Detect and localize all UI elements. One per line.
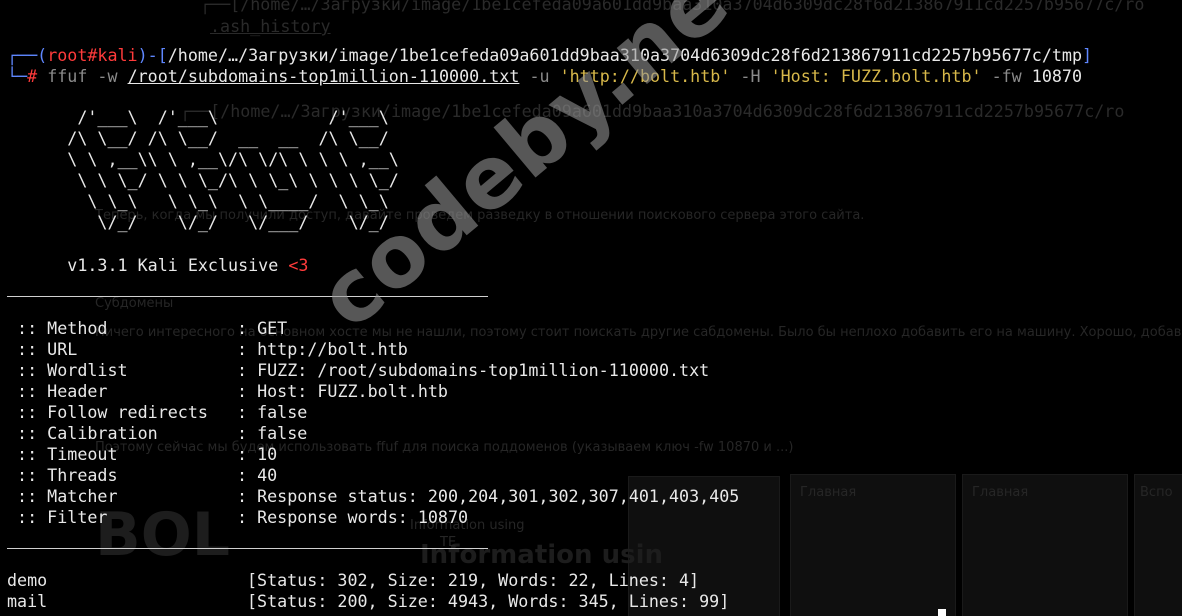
prompt-symbol: # xyxy=(27,66,38,86)
option-key: :: Method xyxy=(7,318,108,338)
option-value: : GET xyxy=(237,318,288,338)
option-value: : Host: FUZZ.bolt.htb xyxy=(237,381,448,401)
result-subdomain: demo xyxy=(7,570,48,590)
command-flag-w: -w xyxy=(97,66,118,86)
ffuf-ascii-banner: /'___\ /'___\ /'___\ /\ \__/ /\ \__/ __ … xyxy=(67,107,399,232)
result-row[interactable]: mail [Status: 200, Size: 4943, Words: 345… xyxy=(7,591,729,612)
option-row: :: Timeout : 10 xyxy=(7,444,277,465)
prompt-frame-top: ┌──( xyxy=(7,45,48,65)
option-key: :: Threads xyxy=(7,465,118,485)
result-row[interactable]: demo [Status: 302, Size: 219, Words: 22, … xyxy=(7,570,699,591)
option-key: :: Matcher xyxy=(7,486,118,506)
option-row: :: Calibration : false xyxy=(7,423,307,444)
result-info: [Status: 200, Size: 4943, Words: 345, Li… xyxy=(247,591,730,611)
option-value: : Response status: 200,204,301,302,307,4… xyxy=(237,486,740,506)
option-value: : 40 xyxy=(237,465,278,485)
option-value: : FUZZ: /root/subdomains-top1million-110… xyxy=(237,360,710,380)
option-key: :: Timeout xyxy=(7,444,118,464)
prompt-user-host: root#kali xyxy=(47,45,138,65)
option-value: : 10 xyxy=(237,444,278,464)
command-program: ffuf xyxy=(47,66,88,86)
option-row: :: URL : http://bolt.htb xyxy=(7,339,408,360)
option-value: : false xyxy=(237,423,308,443)
prompt-frame-bottom: └─ xyxy=(7,66,28,86)
command-wordlist-path[interactable]: /root/subdomains-top1million-110000.txt xyxy=(128,66,520,86)
version-line: v1.3.1 Kali Exclusive <3 xyxy=(7,255,308,276)
option-key: :: Filter xyxy=(7,507,108,527)
option-key: :: URL xyxy=(7,339,78,359)
option-row: :: Filter : Response words: 10870 xyxy=(7,507,468,528)
result-subdomain: mail xyxy=(7,591,48,611)
command-fw-arg: 10870 xyxy=(1031,66,1083,86)
option-row: :: Header : Host: FUZZ.bolt.htb xyxy=(7,381,448,402)
prompt-separator: )-[ xyxy=(137,45,168,65)
divider-bottom xyxy=(7,548,488,549)
option-row: :: Matcher : Response status: 200,204,301… xyxy=(7,486,739,507)
terminal-window[interactable]: ┌──[/home/…/Загрузки/image/1be1cefeda09a… xyxy=(0,0,1182,616)
option-row: :: Threads : 40 xyxy=(7,465,277,486)
option-value: : false xyxy=(237,402,308,422)
text-cursor xyxy=(938,609,946,616)
option-row: :: Wordlist : FUZZ: /root/subdomains-top1… xyxy=(7,360,709,381)
command-flag-fw: -fw xyxy=(991,66,1022,86)
option-row: :: Method : GET xyxy=(7,318,287,339)
option-key: :: Follow redirects xyxy=(7,402,208,422)
option-key: :: Header xyxy=(7,381,108,401)
command-header-arg: 'Host: FUZZ.bolt.htb' xyxy=(770,66,982,86)
option-value: : http://bolt.htb xyxy=(237,339,408,359)
option-key: :: Wordlist xyxy=(7,360,128,380)
prompt-path-close: ] xyxy=(1082,45,1093,65)
command-flag-h: -H xyxy=(740,66,761,86)
version-text: v1.3.1 Kali Exclusive xyxy=(67,255,279,275)
result-info: [Status: 302, Size: 219, Words: 22, Line… xyxy=(247,570,700,590)
option-row: :: Follow redirects : false xyxy=(7,402,307,423)
option-value: : Response words: 10870 xyxy=(237,507,469,527)
option-key: :: Calibration xyxy=(7,423,158,443)
